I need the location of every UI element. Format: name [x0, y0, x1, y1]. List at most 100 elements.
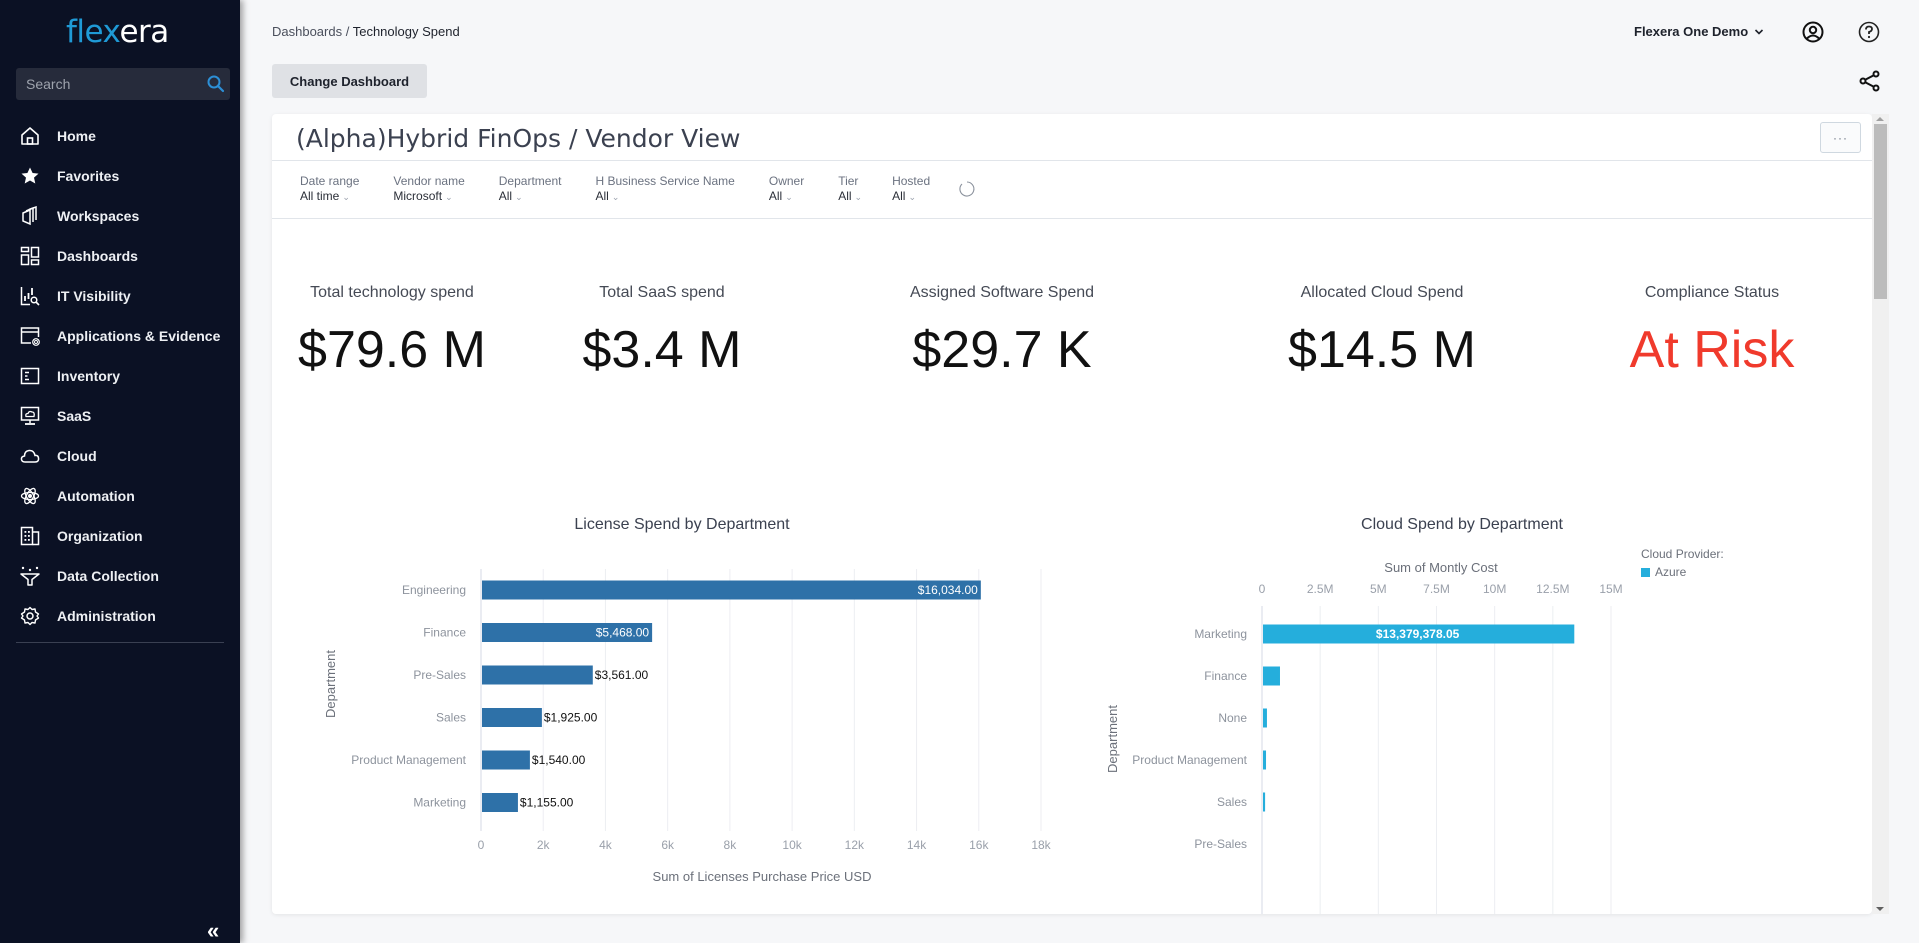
kpi-allocated-cloud-spend: Allocated Cloud Spend $14.5 M	[1282, 284, 1482, 380]
category-label: None	[1218, 711, 1247, 725]
sidebar-divider	[16, 642, 224, 643]
sidebar-item-favorites[interactable]: Favorites	[0, 156, 240, 196]
kpi-compliance-status: Compliance Status At Risk	[1612, 284, 1812, 380]
category-label: Sales	[1217, 795, 1247, 809]
x-tick-label: 0	[478, 838, 485, 852]
x-tick-label: 12.5M	[1536, 582, 1569, 596]
legend-title: Cloud Provider:	[1641, 547, 1724, 561]
org-name: Flexera One Demo	[1634, 24, 1749, 39]
bar	[1263, 792, 1266, 812]
x-tick-label: 12k	[845, 838, 865, 852]
vertical-scrollbar[interactable]	[1872, 114, 1889, 914]
chevron-down-icon: ⌄	[515, 192, 523, 202]
change-dashboard-button[interactable]: Change Dashboard	[272, 64, 427, 98]
sidebar-item-organization[interactable]: Organization	[0, 516, 240, 556]
kpi-assigned-software-spend: Assigned Software Spend $29.7 K	[892, 284, 1112, 380]
data-label: $16,034.00	[918, 583, 978, 597]
x-tick-label: 7.5M	[1423, 582, 1450, 596]
bar	[482, 750, 530, 770]
applications-icon	[20, 326, 40, 346]
x-tick-label: 18k	[1031, 838, 1051, 852]
filter-hosted[interactable]: Hosted All ⌄	[892, 174, 930, 205]
kpi-total-saas-spend: Total SaaS spend $3.4 M	[572, 284, 752, 380]
divider	[272, 218, 1872, 219]
dashboard-card: (Alpha)Hybrid FinOps / Vendor View ··· D…	[272, 114, 1872, 914]
sidebar: flexera Home Favorites Workspaces Dashbo…	[0, 0, 240, 943]
sidebar-item-it-visibility[interactable]: IT Visibility	[0, 276, 240, 316]
x-tick-label: 6k	[661, 838, 675, 852]
bar	[482, 793, 518, 812]
bar	[482, 665, 593, 685]
scrollbar-thumb[interactable]	[1874, 124, 1887, 299]
sidebar-item-applications-evidence[interactable]: Applications & Evidence	[0, 316, 240, 356]
category-label: Finance	[423, 626, 466, 640]
org-selector[interactable]: Flexera One Demo	[1634, 24, 1764, 39]
breadcrumb-separator: /	[342, 24, 353, 39]
x-tick-label: 10k	[782, 838, 802, 852]
filter-tier[interactable]: Tier All ⌄	[838, 174, 862, 205]
kpi-value: $3.4 M	[582, 321, 742, 379]
sidebar-item-administration[interactable]: Administration	[0, 596, 240, 636]
bar	[482, 580, 981, 600]
kpi-value: $79.6 M	[298, 321, 486, 379]
category-label: Finance	[1204, 669, 1247, 683]
sidebar-item-inventory[interactable]: Inventory	[0, 356, 240, 396]
filter-business-service-name[interactable]: H Business Service Name All ⌄	[595, 174, 734, 205]
y-axis-label: Department	[1105, 705, 1120, 773]
sidebar-item-data-collection[interactable]: Data Collection	[0, 556, 240, 596]
compliance-status-value: At Risk	[1629, 321, 1795, 379]
filter-vendor-name[interactable]: Vendor name Microsoft ⌄	[393, 174, 464, 205]
flexera-logo[interactable]: flexera	[66, 14, 169, 50]
x-tick-label: 2.5M	[1307, 582, 1334, 596]
filter-date-range[interactable]: Date range All time ⌄	[300, 174, 359, 205]
chevron-down-icon: ⌄	[445, 192, 453, 202]
workspaces-icon	[20, 206, 40, 226]
sidebar-item-workspaces[interactable]: Workspaces	[0, 196, 240, 236]
data-collection-icon	[20, 566, 40, 586]
more-options-button[interactable]: ···	[1820, 122, 1861, 153]
refresh-icon[interactable]	[958, 180, 976, 198]
user-profile-icon[interactable]	[1801, 20, 1825, 44]
bar	[1263, 666, 1280, 686]
sidebar-item-automation[interactable]: Automation	[0, 476, 240, 516]
scroll-up-arrow[interactable]	[1876, 117, 1884, 121]
category-label: Engineering	[402, 583, 466, 597]
x-tick-label: 14k	[907, 838, 927, 852]
scroll-down-arrow[interactable]	[1876, 907, 1884, 911]
search-input[interactable]	[26, 68, 196, 100]
sidebar-item-home[interactable]: Home	[0, 116, 240, 156]
saas-icon	[20, 406, 40, 426]
share-icon[interactable]	[1858, 69, 1882, 93]
data-label: $3,561.00	[595, 668, 649, 682]
filter-owner[interactable]: Owner All ⌄	[769, 174, 804, 205]
breadcrumb: Dashboards / Technology Spend	[272, 24, 460, 39]
bar	[1263, 708, 1267, 728]
home-icon	[20, 126, 40, 146]
sidebar-item-dashboards[interactable]: Dashboards	[0, 236, 240, 276]
sidebar-item-saas[interactable]: SaaS	[0, 396, 240, 436]
x-tick-label: 8k	[724, 838, 738, 852]
breadcrumb-dashboards-link[interactable]: Dashboards	[272, 24, 342, 39]
y-axis-label: Department	[323, 650, 338, 718]
x-tick-label: 5M	[1370, 582, 1387, 596]
sidebar-item-cloud[interactable]: Cloud	[0, 436, 240, 476]
x-tick-label: 10M	[1483, 582, 1506, 596]
kpi-value: $29.7 K	[912, 321, 1092, 379]
x-tick-label: 15M	[1599, 582, 1622, 596]
help-icon[interactable]	[1857, 20, 1881, 44]
chevron-down-icon: ⌄	[854, 192, 863, 202]
filter-department[interactable]: Department All ⌄	[499, 174, 562, 205]
x-tick-label: 16k	[969, 838, 989, 852]
cloud-spend-chart: Cloud Spend by Department 0 2.5M 5M 7.5M 10M 1…	[1105, 516, 1724, 914]
cloud-icon	[20, 446, 40, 466]
dashboard-title: (Alpha)Hybrid FinOps / Vendor View	[296, 124, 741, 153]
chevron-down-icon: ⌄	[611, 192, 620, 202]
license-spend-chart: License Spend by Department 0 2k 4k 6k 8k 10k 1…	[323, 516, 1052, 884]
search-icon[interactable]	[206, 74, 226, 94]
kpi-value: $14.5 M	[1288, 321, 1476, 379]
automation-icon	[20, 486, 40, 506]
legend-label: Azure	[1655, 565, 1687, 579]
breadcrumb-current: Technology Spend	[352, 24, 460, 39]
collapse-sidebar-icon[interactable]: «	[207, 920, 219, 942]
category-label: Pre-Sales	[1194, 837, 1247, 851]
